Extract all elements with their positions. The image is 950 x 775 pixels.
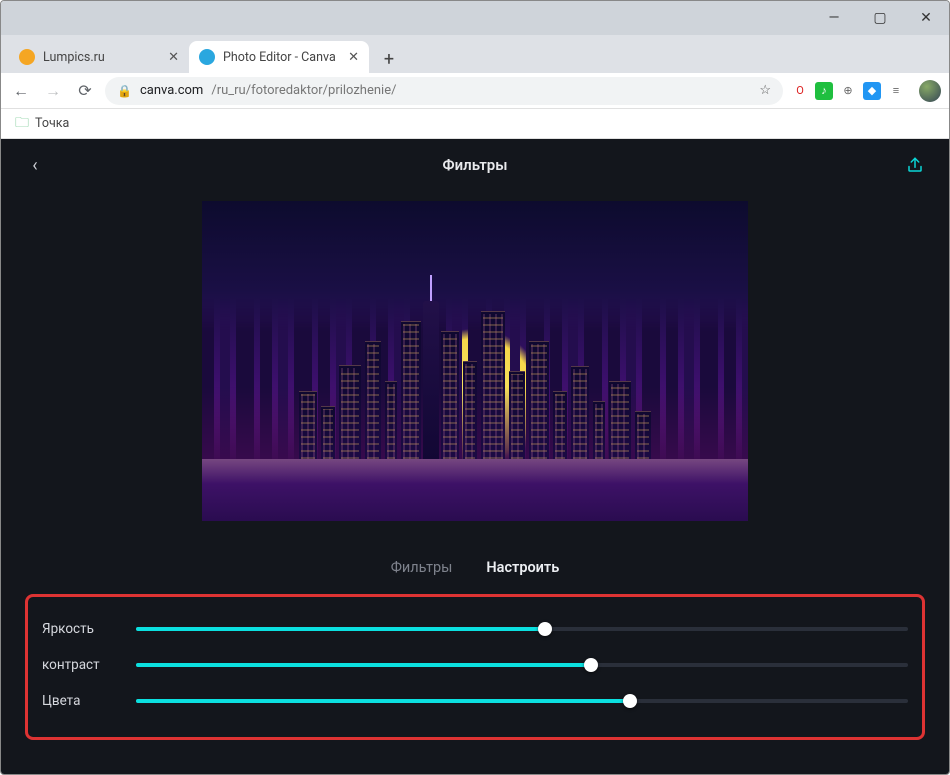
page-title: Фильтры xyxy=(443,156,508,174)
profile-avatar[interactable] xyxy=(919,80,941,102)
slider-label: контраст xyxy=(42,657,122,673)
panel-tabs: Фильтры Настроить xyxy=(1,549,949,594)
bookmarks-bar: 🗀 Точка xyxy=(1,109,949,139)
slider-thumb[interactable] xyxy=(538,622,552,636)
image-canvas-area xyxy=(1,191,949,549)
adjust-row-brightness: Яркость xyxy=(42,611,908,647)
lock-icon: 🔒 xyxy=(117,84,132,98)
adjust-row-contrast: контраст xyxy=(42,647,908,683)
window-minimize-button[interactable]: — xyxy=(811,1,857,35)
slider-thumb[interactable] xyxy=(584,658,598,672)
nav-back-button[interactable]: ← xyxy=(9,79,33,103)
extension-icon[interactable]: ≡ xyxy=(887,82,905,100)
url-path: /ru_ru/fotoredaktor/prilozhenie/ xyxy=(211,83,396,98)
favicon-icon xyxy=(19,49,35,65)
adjust-panel: Яркость контраст Цвета xyxy=(25,594,925,740)
slider-label: Яркость xyxy=(42,621,122,637)
address-bar: ← → ⟳ 🔒 canva.com/ru_ru/fotoredaktor/pri… xyxy=(1,73,949,109)
contrast-slider[interactable] xyxy=(136,663,908,667)
slider-thumb[interactable] xyxy=(623,694,637,708)
browser-tab-lumpics[interactable]: Lumpics.ru ✕ xyxy=(9,41,189,73)
url-host: canva.com xyxy=(140,83,203,98)
slider-label: Цвета xyxy=(42,693,122,709)
url-input[interactable]: 🔒 canva.com/ru_ru/fotoredaktor/prilozhen… xyxy=(105,77,783,105)
adjust-row-color: Цвета xyxy=(42,683,908,719)
browser-tab-canva[interactable]: Photo Editor - Canva ✕ xyxy=(189,41,369,73)
extension-icon[interactable]: ♪ xyxy=(815,82,833,100)
brightness-slider[interactable] xyxy=(136,627,908,631)
window-close-button[interactable]: ✕ xyxy=(903,1,949,35)
app-content: ‹ Фильтры xyxy=(1,139,949,774)
extension-icons: O ♪ ⊕ ◆ ≡ xyxy=(791,82,905,100)
nav-reload-button[interactable]: ⟳ xyxy=(73,79,97,103)
bookmark-star-icon[interactable]: ☆ xyxy=(759,83,771,98)
tab-title: Lumpics.ru xyxy=(43,50,160,65)
share-icon xyxy=(906,156,924,174)
color-slider[interactable] xyxy=(136,699,908,703)
favicon-icon xyxy=(199,49,215,65)
back-button[interactable]: ‹ xyxy=(21,151,49,179)
extension-icon[interactable]: O xyxy=(791,82,809,100)
tab-strip: Lumpics.ru ✕ Photo Editor - Canva ✕ + xyxy=(1,35,949,73)
tab-adjust[interactable]: Настроить xyxy=(486,559,559,576)
folder-icon: 🗀 xyxy=(15,112,29,136)
extension-icon[interactable]: ⊕ xyxy=(839,82,857,100)
edited-image[interactable] xyxy=(202,201,748,521)
tab-filters[interactable]: Фильтры xyxy=(391,559,453,576)
close-tab-icon[interactable]: ✕ xyxy=(348,50,359,65)
bookmark-item[interactable]: Точка xyxy=(35,116,69,131)
window-maximize-button[interactable]: ▢ xyxy=(857,1,903,35)
share-button[interactable] xyxy=(901,151,929,179)
app-header: ‹ Фильтры xyxy=(1,139,949,191)
nav-forward-button[interactable]: → xyxy=(41,79,65,103)
extension-icon[interactable]: ◆ xyxy=(863,82,881,100)
close-tab-icon[interactable]: ✕ xyxy=(168,50,179,65)
browser-window: — ▢ ✕ Lumpics.ru ✕ Photo Editor - Canva … xyxy=(0,0,950,775)
new-tab-button[interactable]: + xyxy=(375,45,403,73)
window-titlebar: — ▢ ✕ xyxy=(1,1,949,35)
tab-title: Photo Editor - Canva xyxy=(223,50,340,65)
